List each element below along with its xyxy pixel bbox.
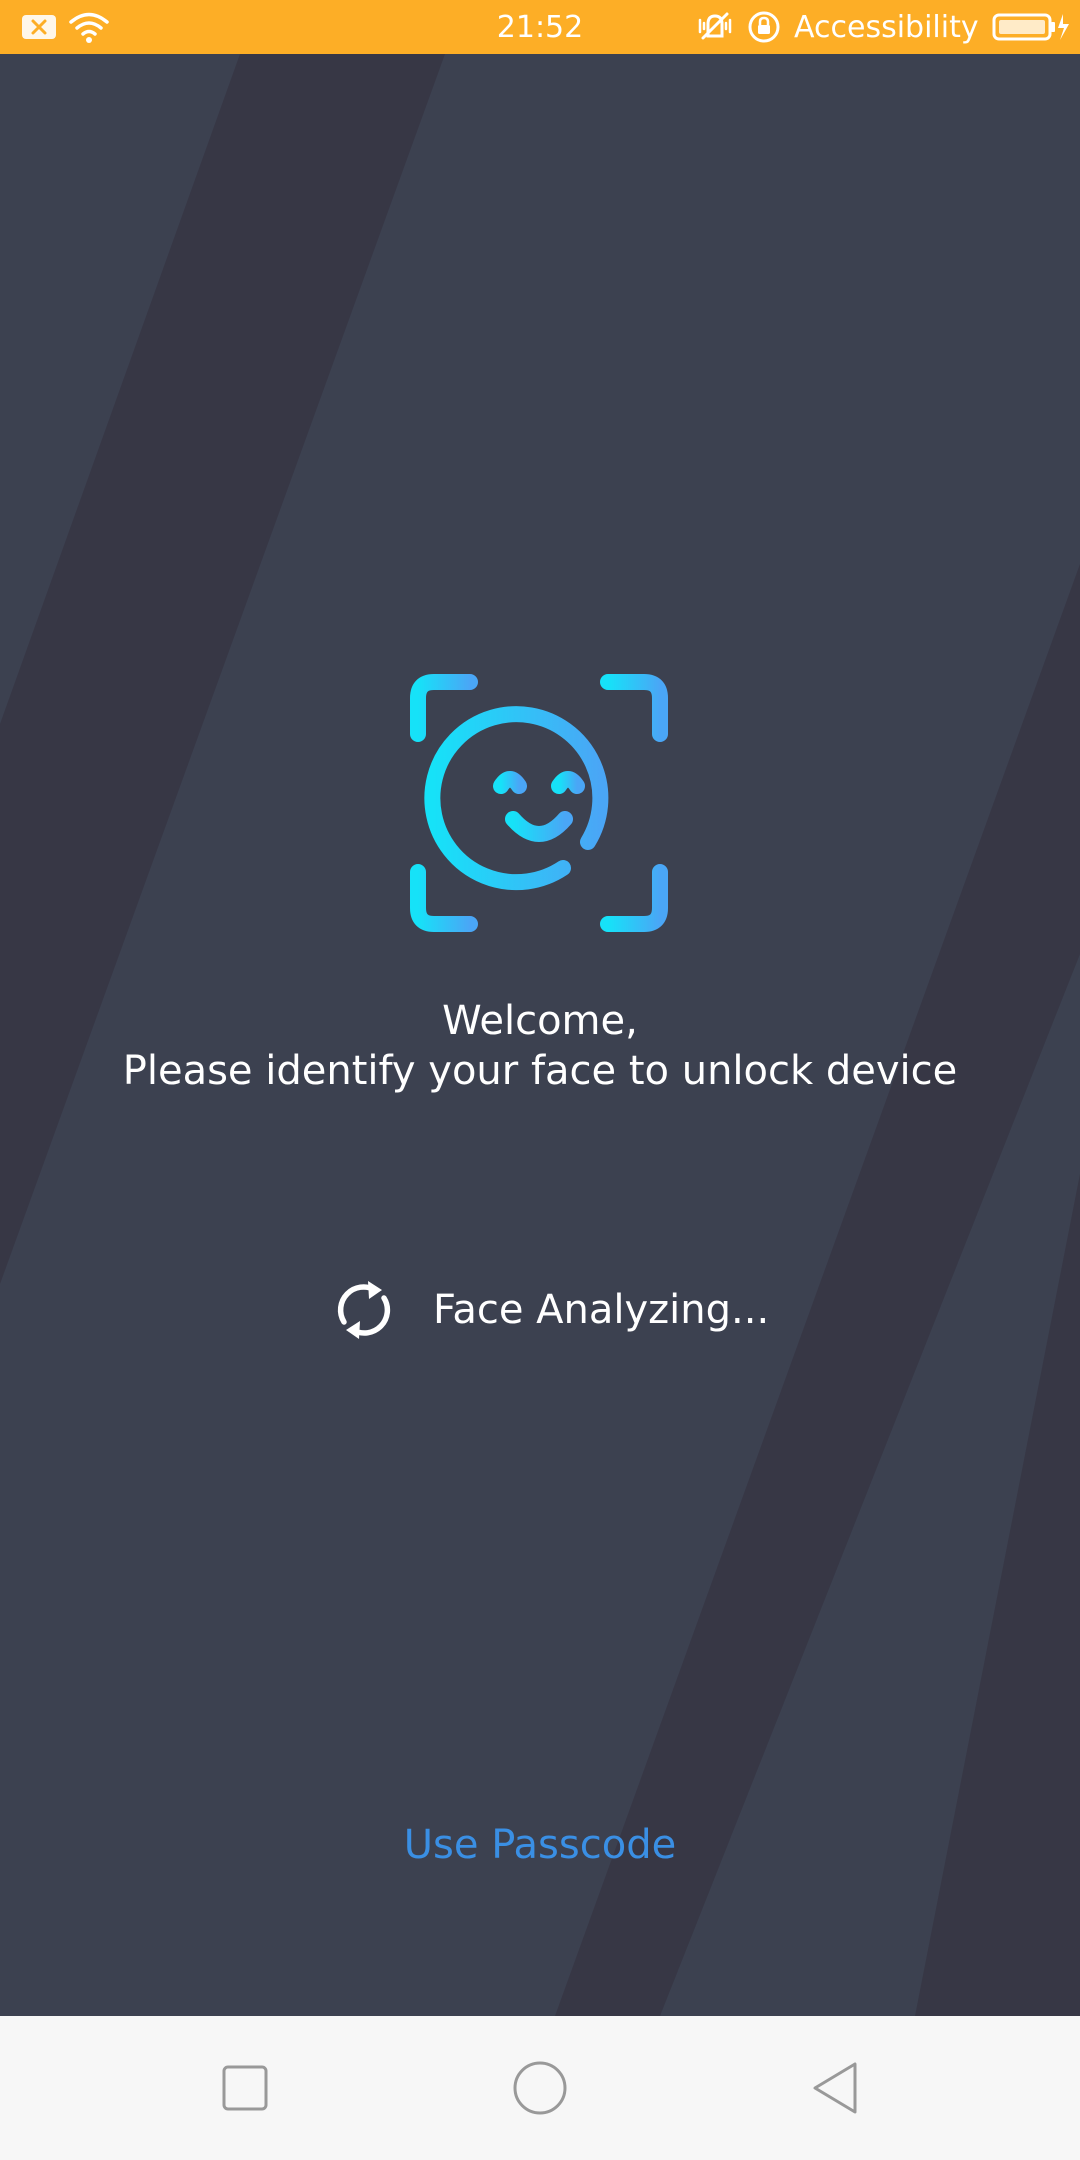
accessibility-label: Accessibility <box>794 9 979 45</box>
vibrate-icon <box>695 0 735 54</box>
status-bar: 21:52 Accessibility <box>0 0 1080 54</box>
square-icon <box>222 2065 268 2111</box>
refresh-icon <box>335 1278 393 1342</box>
navigation-bar <box>0 2016 1080 2160</box>
lock-rotation-icon <box>746 0 782 54</box>
back-button[interactable] <box>805 2058 865 2118</box>
use-passcode-button[interactable]: Use Passcode <box>0 1815 1080 1875</box>
face-scan-icon <box>408 672 670 934</box>
circle-icon <box>513 2061 567 2115</box>
welcome-instruction: Please identify your face to unlock devi… <box>122 1048 958 1094</box>
analyzing-label: Face Analyzing... <box>433 1287 770 1333</box>
back-triangle-icon <box>813 2062 857 2114</box>
home-button[interactable] <box>510 2058 570 2118</box>
recent-apps-button[interactable] <box>215 2058 275 2118</box>
welcome-title: Welcome, <box>442 998 638 1044</box>
analyzing-status: Face Analyzing... <box>335 1270 769 1350</box>
battery-icon <box>992 0 1072 54</box>
